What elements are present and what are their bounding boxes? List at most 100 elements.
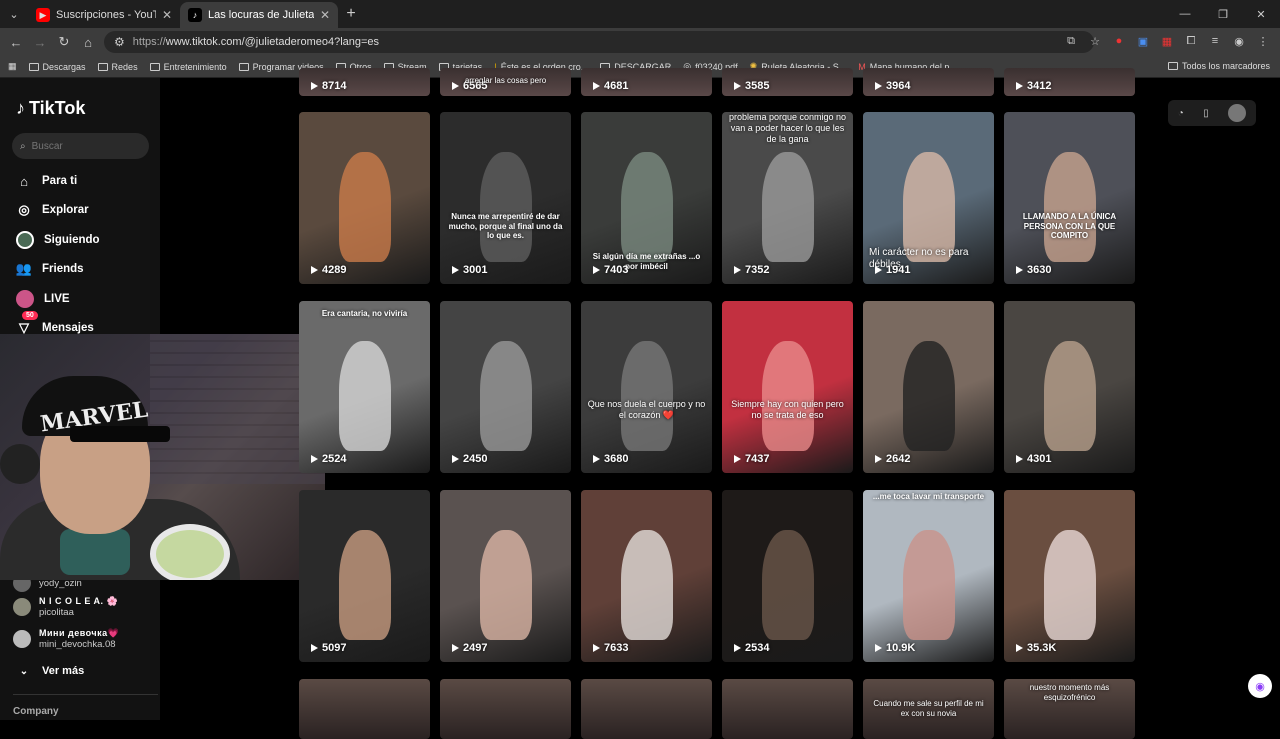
url-bar[interactable]: ⚙ https://www.tiktok.com/@julietaderomeo… <box>104 31 1094 53</box>
video-card[interactable]: Era cantaria, no viviría 2524 <box>299 301 430 473</box>
view-count-value: 2450 <box>463 453 488 465</box>
video-card[interactable]: Nunca me arrepentiré de dar mucho, porqu… <box>440 112 571 284</box>
tab-search-icon[interactable]: ⌄ <box>0 0 28 28</box>
close-icon[interactable]: ✕ <box>320 8 330 22</box>
search-input[interactable] <box>31 140 132 152</box>
new-tab-button[interactable]: + <box>338 5 364 23</box>
view-count: 10.9K <box>875 642 915 654</box>
video-card[interactable]: 3412 <box>1004 68 1135 96</box>
view-count-value: 35.3K <box>1027 642 1057 654</box>
bookmark-item[interactable]: Entretenimiento <box>149 62 227 72</box>
video-card[interactable] <box>299 679 430 739</box>
home-browser-icon[interactable]: ⌂ <box>76 35 100 50</box>
play-icon <box>311 82 318 90</box>
tab-tiktok[interactable]: ♪ Las locuras de Julieta (@julietad ✕ <box>180 2 338 28</box>
nav-friends[interactable]: 👥 Friends <box>16 261 84 277</box>
following-account[interactable]: N I C O L E A. 🌸 picolitaa <box>13 596 118 618</box>
profile-icon[interactable]: ◉ <box>1230 32 1248 50</box>
video-card[interactable]: nuestro momento más esquizofrénico <box>1004 679 1135 739</box>
play-icon <box>734 266 741 274</box>
video-card[interactable]: 2534 <box>722 490 853 662</box>
forward-icon[interactable]: → <box>28 35 52 50</box>
video-card[interactable]: 4289 <box>299 112 430 284</box>
search-box[interactable]: ⌕ <box>12 133 149 159</box>
video-caption: LLAMANDO A LA ÚNICA PERSONA CON LA QUE C… <box>1022 212 1117 241</box>
view-count: 7403 <box>593 264 628 276</box>
following-account[interactable]: Мини девочка💗 mini_devochka.08 <box>13 628 119 650</box>
reload-icon[interactable]: ↻ <box>52 34 76 50</box>
nav-following[interactable]: Siguiendo <box>16 231 100 249</box>
puzzle-icon[interactable]: ⧠ <box>1182 32 1200 50</box>
bookmark-star-icon[interactable]: ☆ <box>1086 32 1104 50</box>
video-thumbnail-subject <box>903 530 955 640</box>
video-caption: Cuando me sale su perfil de mi ex con su… <box>873 699 984 718</box>
view-count-value: 7437 <box>745 453 770 465</box>
close-window-icon[interactable]: ✕ <box>1242 0 1280 28</box>
bookmark-item[interactable]: Redes <box>97 62 138 72</box>
play-icon <box>1016 644 1023 652</box>
site-info-icon[interactable]: ⚙ <box>114 35 125 49</box>
video-caption: problema porque conmigo no van a poder h… <box>728 112 847 144</box>
video-card[interactable]: Cuando me sale su perfil de mi ex con su… <box>863 679 994 739</box>
menu-icon[interactable]: ⋮ <box>1254 32 1272 50</box>
video-card[interactable] <box>722 679 853 739</box>
extension-m-icon[interactable]: ▦ <box>1158 32 1176 50</box>
nav-explore[interactable]: ◎ Explorar <box>16 202 88 218</box>
play-icon <box>311 644 318 652</box>
video-card[interactable]: Si algún día me extrañas ...o por imbéci… <box>581 112 712 284</box>
folder-icon <box>28 62 39 71</box>
mug <box>150 524 230 580</box>
profile-avatar[interactable] <box>1228 104 1247 122</box>
device-icon[interactable]: ▯ <box>1203 108 1209 119</box>
video-card[interactable]: 2497 <box>440 490 571 662</box>
apps-icon[interactable]: ▦ <box>8 61 17 72</box>
video-card[interactable]: 2450 <box>440 301 571 473</box>
floating-action-button[interactable]: ◉ <box>1248 674 1272 698</box>
video-card[interactable]: 2642 <box>863 301 994 473</box>
install-icon[interactable]: ⧉ <box>1062 32 1080 50</box>
video-card[interactable]: Que nos duela el cuerpo y no el corazón … <box>581 301 712 473</box>
all-bookmarks[interactable]: Todos los marcadores <box>1167 61 1270 71</box>
following-avatar-icon <box>16 231 34 249</box>
video-card[interactable]: 3964 <box>863 68 994 96</box>
play-icon <box>311 266 318 274</box>
tab-title: Suscripciones - YouTube <box>56 9 156 21</box>
video-card[interactable]: LLAMANDO A LA ÚNICA PERSONA CON LA QUE C… <box>1004 112 1135 284</box>
view-count: 4681 <box>593 80 628 92</box>
view-count-value: 3630 <box>1027 264 1052 276</box>
restore-icon[interactable]: ❐ <box>1204 0 1242 28</box>
minimize-icon[interactable]: — <box>1166 0 1204 28</box>
browser-tab-bar: ⌄ ▶ Suscripciones - YouTube ✕ ♪ Las locu… <box>0 0 1280 28</box>
nav-live[interactable]: LIVE <box>16 290 70 308</box>
video-card[interactable]: 6565 arreglar las cosas pero <box>440 68 571 96</box>
video-card[interactable]: 8714 <box>299 68 430 96</box>
video-card[interactable]: 5097 <box>299 490 430 662</box>
video-thumbnail-subject <box>903 152 955 262</box>
tiktok-logo[interactable]: ♪ TikTok <box>16 98 85 119</box>
video-card[interactable]: 35.3K <box>1004 490 1135 662</box>
view-count-value: 3680 <box>604 453 629 465</box>
see-more-button[interactable]: ⌄ Ver más <box>16 663 84 679</box>
video-card[interactable]: ...me toca lavar mi transporte 10.9K <box>863 490 994 662</box>
view-count: 2450 <box>452 453 487 465</box>
tab-youtube[interactable]: ▶ Suscripciones - YouTube ✕ <box>28 2 180 28</box>
nav-for-you[interactable]: ⌂ Para ti <box>16 173 77 189</box>
video-card[interactable]: 7633 <box>581 490 712 662</box>
video-card[interactable]: Mi carácter no es para débiles. 1941 <box>863 112 994 284</box>
speed-icon[interactable]: ◔ <box>1178 108 1184 119</box>
video-card[interactable]: 4681 <box>581 68 712 96</box>
media-icon[interactable]: ≡ <box>1206 32 1224 50</box>
video-card[interactable]: 3585 <box>722 68 853 96</box>
video-card[interactable]: problema porque conmigo no van a poder h… <box>722 112 853 284</box>
back-icon[interactable]: ← <box>4 35 28 50</box>
video-card[interactable] <box>581 679 712 739</box>
video-card[interactable] <box>440 679 571 739</box>
video-card[interactable]: 4301 <box>1004 301 1135 473</box>
close-icon[interactable]: ✕ <box>162 8 172 22</box>
translate-icon[interactable]: ▣ <box>1134 32 1152 50</box>
play-icon <box>1016 266 1023 274</box>
extension-red-icon[interactable]: ● <box>1110 32 1128 50</box>
footer-company-link[interactable]: Company <box>13 706 59 717</box>
bookmark-item[interactable]: Descargas <box>28 62 86 72</box>
video-card[interactable]: Siempre hay con quien pero no se trata d… <box>722 301 853 473</box>
